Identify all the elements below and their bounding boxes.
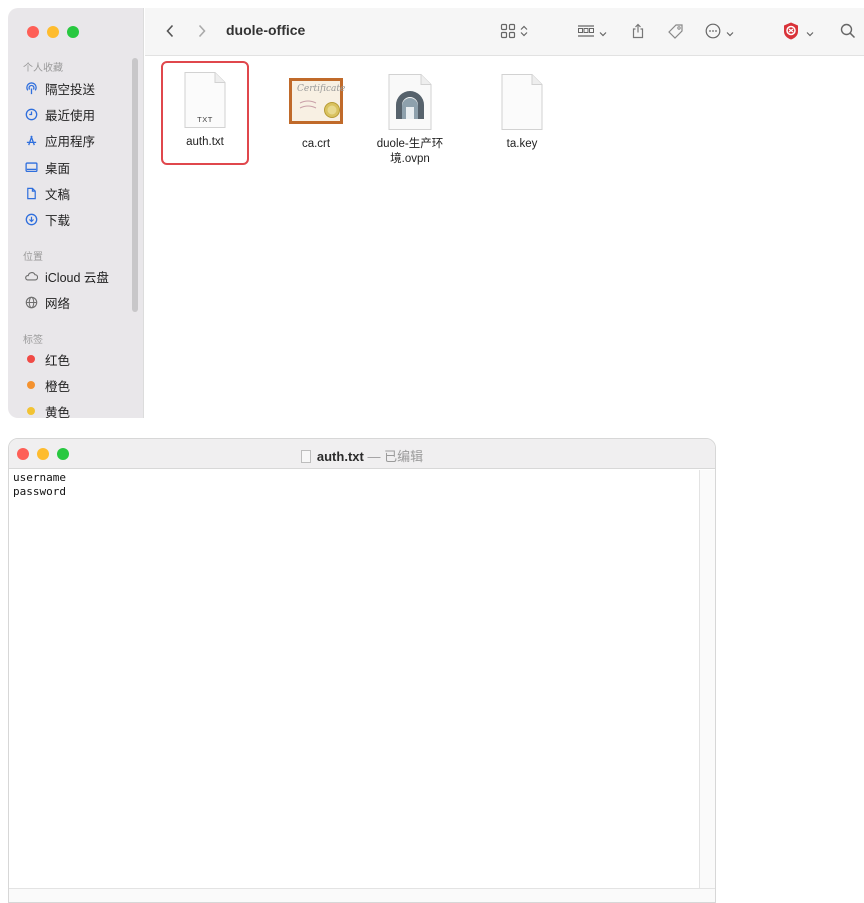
sidebar-item-label: 下载 [45, 213, 71, 228]
sidebar-item-airdrop[interactable]: 隔空投送 [24, 78, 95, 98]
search-button[interactable] [840, 21, 856, 43]
textedit-titlebar[interactable]: auth.txt — 已编辑 [9, 439, 715, 469]
finder-window: 个人收藏 隔空投送 最近使用 应用程序 桌面 文稿 下载 位置 iCloud 云… [8, 8, 864, 418]
sidebar-item-icloud[interactable]: iCloud 云盘 [24, 266, 109, 286]
forward-button[interactable] [197, 21, 207, 43]
sidebar-item-label: 红色 [45, 353, 71, 368]
extension-button[interactable] [781, 21, 814, 43]
tag-button[interactable] [667, 21, 685, 43]
sidebar-item-applications[interactable]: 应用程序 [24, 130, 95, 150]
title-separator: — [363, 449, 385, 464]
chevron-down-icon [599, 24, 607, 40]
sidebar-section-locations: 位置 [23, 252, 43, 263]
sidebar-item-documents[interactable]: 文稿 [24, 183, 70, 203]
view-mode-button[interactable] [500, 21, 528, 43]
sidebar-section-tags: 标签 [23, 335, 43, 346]
sidebar-item-recents[interactable]: 最近使用 [24, 104, 95, 124]
desktop-icon [24, 160, 38, 174]
yellow-tag-icon [27, 407, 35, 415]
file-item-auth-txt[interactable]: TXT auth.txt [161, 61, 249, 165]
certificate-icon: Certificate [288, 77, 346, 125]
blank-file-icon [500, 73, 544, 131]
chevron-updown-icon [520, 24, 528, 40]
document-icon [24, 186, 38, 200]
sidebar-item-desktop[interactable]: 桌面 [24, 157, 70, 177]
share-button[interactable] [631, 21, 645, 43]
file-type-badge: TXT [197, 115, 213, 124]
file-browser-area: TXT auth.txt Certificate ca.crt duole-生产… [145, 57, 864, 418]
cloud-icon [24, 269, 38, 283]
chevron-down-icon [806, 24, 814, 40]
more-actions-button[interactable] [705, 21, 734, 43]
sidebar-item-downloads[interactable]: 下载 [24, 209, 70, 229]
minimize-button[interactable] [47, 26, 59, 38]
applications-icon [24, 133, 38, 147]
vertical-scrollbar[interactable] [699, 470, 715, 888]
finder-sidebar: 个人收藏 隔空投送 最近使用 应用程序 桌面 文稿 下载 位置 iCloud 云… [8, 8, 144, 418]
zoom-button[interactable] [67, 26, 79, 38]
sidebar-item-label: 桌面 [45, 161, 71, 176]
sidebar-item-label: 橙色 [45, 379, 71, 394]
file-name: auth.txt [186, 136, 224, 148]
clock-icon [24, 107, 38, 121]
airdrop-icon [24, 81, 38, 95]
document-proxy-icon[interactable] [300, 450, 311, 463]
icon-grid-icon [500, 23, 516, 42]
sidebar-item-tag-red[interactable]: 红色 [24, 349, 70, 369]
file-item-ta-key[interactable]: ta.key [478, 63, 566, 167]
file-name: duole-生产环 境.ovpn [376, 138, 444, 165]
sidebar-scrollbar[interactable] [132, 58, 138, 312]
file-name: ca.crt [301, 138, 331, 150]
close-button[interactable] [27, 26, 39, 38]
tag-icon [667, 23, 685, 42]
back-button[interactable] [165, 21, 175, 43]
sidebar-item-label: 隔空投送 [45, 82, 96, 97]
file-item-ovpn[interactable]: duole-生产环 境.ovpn [366, 63, 454, 183]
share-icon [631, 23, 645, 42]
text-editor-area[interactable]: username password [9, 470, 699, 888]
sidebar-item-tag-orange[interactable]: 橙色 [24, 375, 70, 395]
sidebar-item-label: 应用程序 [45, 134, 96, 149]
sidebar-item-label: 文稿 [45, 187, 71, 202]
finder-toolbar: duole-office [145, 8, 864, 56]
chevron-right-icon [197, 24, 207, 41]
shield-app-icon [781, 21, 801, 44]
finder-traffic-lights [27, 26, 79, 38]
sidebar-item-label: 网络 [45, 296, 71, 311]
sidebar-item-label: 最近使用 [45, 108, 96, 123]
file-item-ca-crt[interactable]: Certificate ca.crt [272, 63, 360, 167]
globe-icon [24, 295, 38, 309]
sidebar-item-label: 黄色 [45, 405, 71, 419]
txt-file-icon: TXT [183, 71, 227, 129]
red-tag-icon [27, 355, 35, 363]
sidebar-item-network[interactable]: 网络 [24, 292, 70, 312]
chevron-left-icon [165, 24, 175, 41]
chevron-down-icon [726, 24, 734, 40]
window-title: auth.txt — 已编辑 [9, 446, 715, 465]
sidebar-item-tag-yellow[interactable]: 黄色 [24, 401, 70, 418]
ovpn-file-icon [387, 73, 433, 131]
ellipsis-circle-icon [705, 23, 721, 42]
horizontal-scrollbar[interactable] [9, 888, 715, 902]
file-name: ta.key [506, 138, 538, 150]
search-icon [840, 23, 856, 42]
group-button[interactable] [577, 21, 607, 43]
textedit-window: auth.txt — 已编辑 username password [8, 438, 716, 903]
edited-status: 已编辑 [384, 449, 424, 464]
certificate-badge: Certificate [297, 84, 346, 94]
orange-tag-icon [27, 381, 35, 389]
folder-title: duole-office [226, 22, 306, 38]
sidebar-item-label: iCloud 云盘 [45, 270, 109, 285]
group-grid-icon [577, 24, 595, 41]
window-filename: auth.txt [316, 449, 364, 464]
sidebar-section-favorites: 个人收藏 [23, 63, 63, 74]
download-icon [24, 212, 38, 226]
